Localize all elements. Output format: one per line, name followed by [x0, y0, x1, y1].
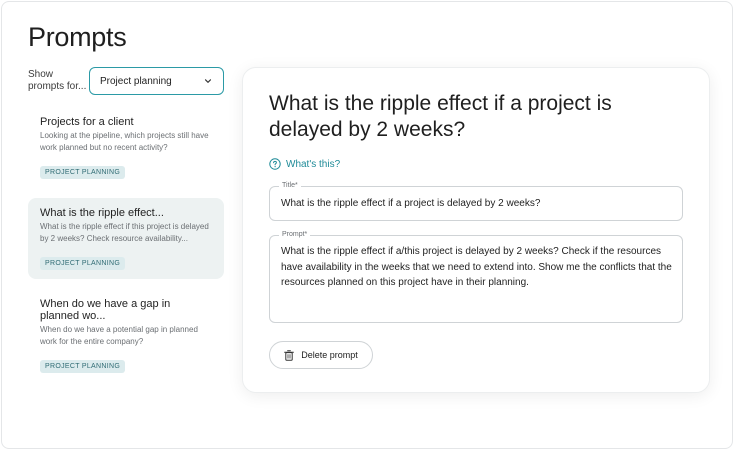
category-badge: PROJECT PLANNING: [40, 166, 126, 179]
prompt-list-item-selected[interactable]: What is the ripple effect... What is the…: [28, 198, 224, 279]
whats-this-link[interactable]: What's this?: [269, 158, 340, 170]
prompt-item-title: When do we have a gap in planned wo...: [40, 298, 171, 322]
prompt-item-description: What is the ripple effect if this projec…: [40, 222, 209, 243]
whats-this-label: What's this?: [286, 158, 341, 170]
page-title: Prompts: [28, 22, 127, 52]
delete-prompt-button[interactable]: Delete prompt: [269, 341, 373, 369]
prompt-item-title: Projects for a client: [40, 116, 134, 128]
title-field-label: Title*: [279, 181, 301, 191]
prompt-field-value: What is the ripple effect if a/this proj…: [281, 246, 672, 288]
prompt-textarea[interactable]: Prompt* What is the ripple effect if a/t…: [269, 230, 683, 323]
prompt-item-description: When do we have a potential gap in plann…: [40, 325, 198, 346]
prompt-field-label: Prompt*: [279, 230, 311, 240]
delete-prompt-label: Delete prompt: [301, 350, 358, 360]
category-badge: PROJECT PLANNING: [40, 360, 126, 373]
title-field-value: What is the ripple effect if a project i…: [281, 198, 541, 209]
trash-icon: [284, 349, 295, 361]
help-icon: [269, 158, 281, 170]
prompt-list-item[interactable]: Projects for a client Looking at the pip…: [28, 107, 224, 188]
prompt-item-title: What is the ripple effect...: [40, 207, 164, 219]
title-field[interactable]: Title* What is the ripple effect if a pr…: [269, 181, 683, 221]
prompt-item-description: Looking at the pipeline, which projects …: [40, 131, 209, 152]
app-window: Prompts Show prompts for... Project plan…: [1, 1, 733, 449]
prompt-detail-card: What is the ripple effect if a project i…: [242, 67, 710, 393]
category-badge: PROJECT PLANNING: [40, 257, 126, 270]
prompt-list: Projects for a client Looking at the pip…: [28, 107, 224, 392]
prompt-heading: What is the ripple effect if a project i…: [269, 92, 612, 141]
filter-label: Show prompts for...: [28, 69, 87, 92]
chevron-down-icon: [204, 79, 212, 83]
prompt-list-item[interactable]: When do we have a gap in planned wo... W…: [28, 289, 224, 382]
prompt-category-value: Project planning: [100, 75, 172, 87]
prompt-category-select[interactable]: Project planning: [89, 67, 224, 95]
